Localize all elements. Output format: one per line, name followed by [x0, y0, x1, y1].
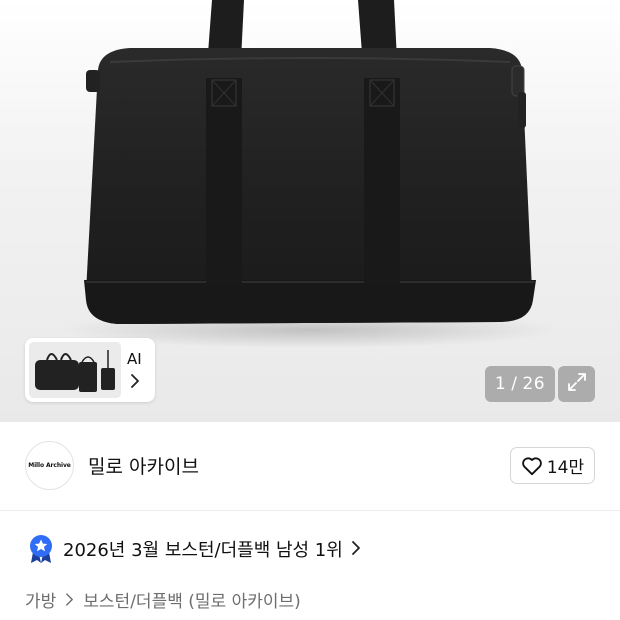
ranking-link[interactable]: 2026년 3월 보스턴/더플백 남성 1위	[28, 535, 361, 563]
thumbnail-image	[29, 342, 121, 398]
chevron-right-icon	[351, 540, 361, 559]
section-divider	[0, 510, 620, 511]
star-ribbon-icon	[28, 534, 54, 564]
total-pages: 26	[522, 374, 546, 394]
page-separator: /	[511, 374, 518, 394]
seller-logo[interactable]: Millo Archive	[25, 441, 74, 490]
chevron-right-icon	[65, 593, 74, 606]
thumbnail-bags-icon	[29, 342, 121, 398]
image-page-counter: 1 / 26	[485, 366, 555, 402]
seller-logo-text: Millo Archive	[28, 462, 71, 469]
breadcrumb-item-boston-duffel[interactable]: 보스턴/더플백 (밀로 아카이브)	[83, 587, 300, 612]
breadcrumb: 가방 보스턴/더플백 (밀로 아카이브)	[25, 587, 301, 612]
seller-name[interactable]: 밀로 아카이브	[88, 452, 199, 479]
breadcrumb-item-bags[interactable]: 가방	[25, 587, 56, 612]
like-button[interactable]: 14만	[510, 447, 595, 484]
thumbnail-preview-card[interactable]	[25, 338, 155, 402]
expand-button[interactable]	[558, 366, 595, 402]
ai-badge-label[interactable]: AI	[127, 350, 142, 368]
ranking-text: 2026년 3월 보스턴/더플백 남성 1위	[63, 540, 343, 561]
expand-icon	[566, 371, 588, 397]
heart-outline-icon	[521, 456, 543, 476]
chevron-right-icon[interactable]	[130, 373, 140, 392]
product-image-gallery[interactable]: AI 1 / 26	[0, 0, 620, 422]
like-count: 14만	[546, 458, 585, 478]
current-page: 1	[494, 374, 507, 394]
